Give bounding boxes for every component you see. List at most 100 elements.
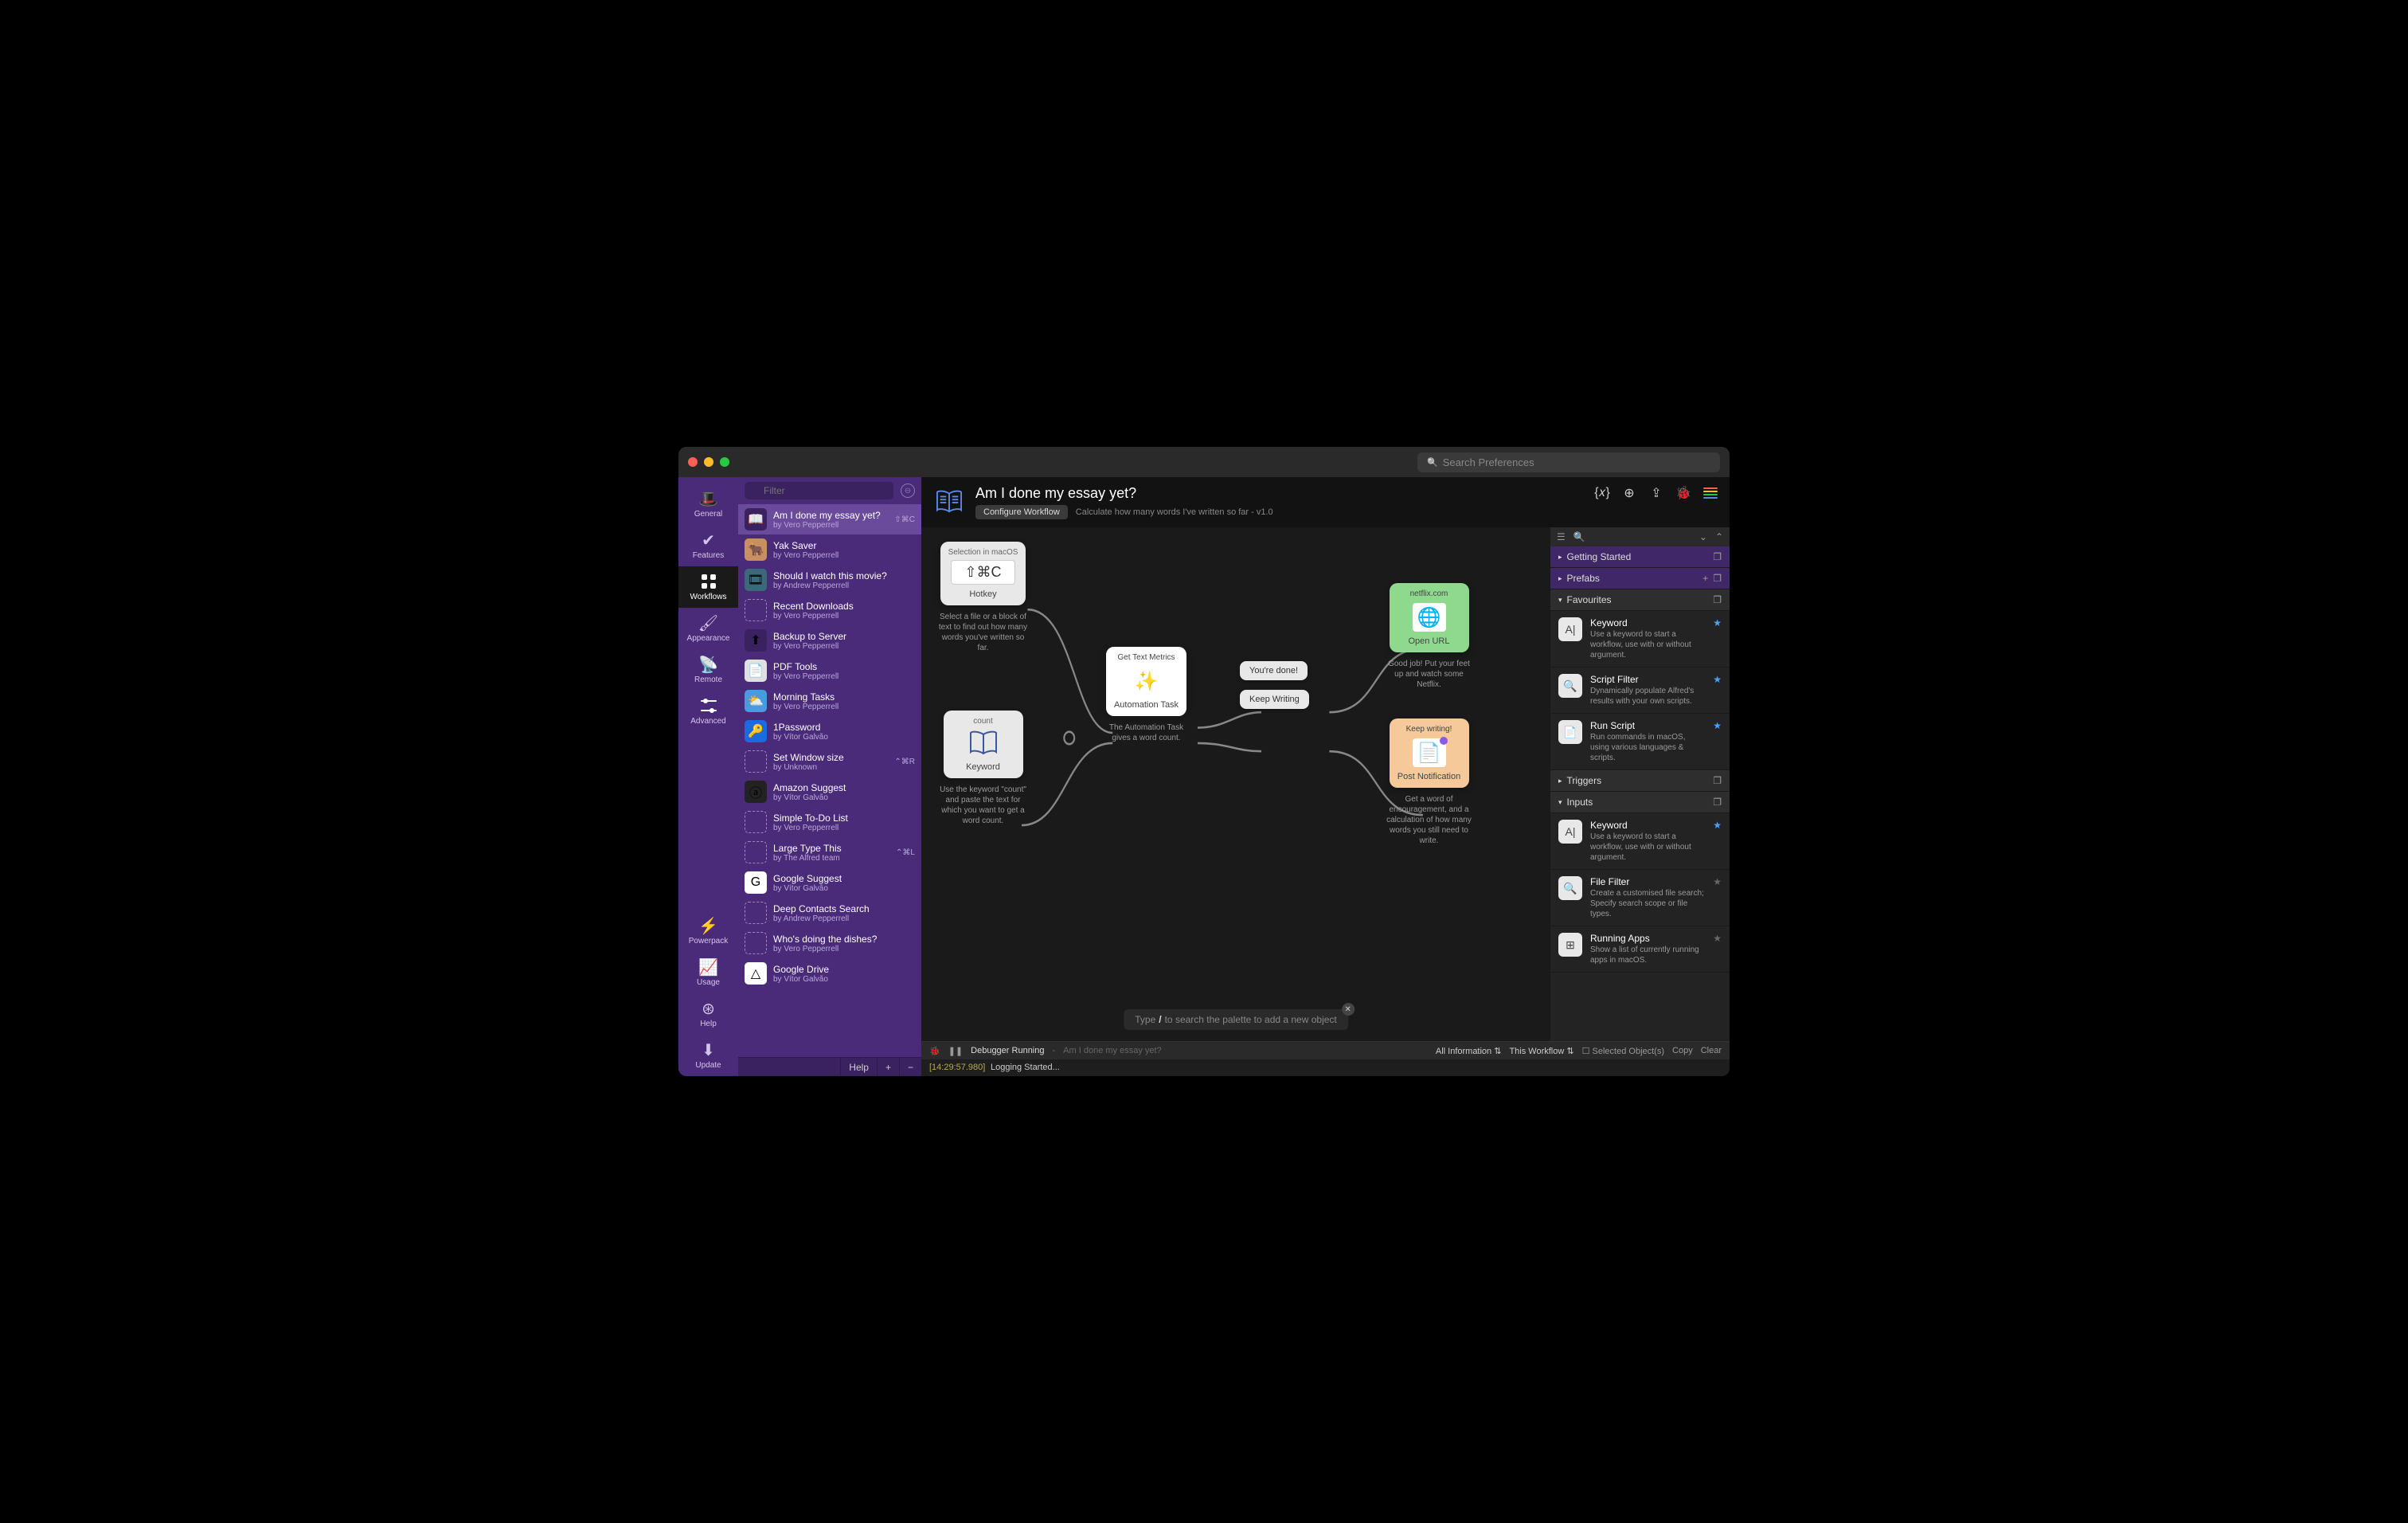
workflow-item[interactable]: Who's doing the dishes?by Vero Pepperrel… — [738, 928, 921, 958]
workflow-item[interactable]: 📄PDF Toolsby Vero Pepperrell — [738, 656, 921, 686]
panel-item[interactable]: 🔍 Script Filter Dynamically populate Alf… — [1550, 668, 1730, 714]
bug-icon[interactable]: 🐞 — [929, 1046, 940, 1056]
body: 🎩General ✔Features Workflows 🖌Appearance… — [678, 477, 1730, 1076]
pause-button[interactable]: ❚❚ — [948, 1046, 963, 1056]
workflow-item[interactable]: △Google Driveby Vítor Galvão — [738, 958, 921, 989]
maximize-button[interactable] — [720, 457, 729, 467]
section-favourites[interactable]: ▾Favourites❐ — [1550, 589, 1730, 611]
workflow-item[interactable]: GGoogle Suggestby Vítor Galvão — [738, 867, 921, 898]
list-icon[interactable]: ☰ — [1557, 531, 1566, 542]
section-getting-started[interactable]: ▸Getting Started❐ — [1550, 546, 1730, 568]
export-button[interactable]: ⇪ — [1648, 485, 1664, 501]
workflow-item-title: Am I done my essay yet? — [773, 510, 888, 521]
menu-button[interactable] — [1702, 485, 1718, 501]
nav-update[interactable]: ⬇Update — [678, 1035, 738, 1076]
clear-button[interactable]: Clear — [1701, 1046, 1722, 1055]
star-icon[interactable]: ★ — [1713, 617, 1722, 660]
panel-item-desc: Use a keyword to start a workflow, use w… — [1590, 832, 1705, 863]
panel-item-icon: ⊞ — [1558, 933, 1582, 957]
info-select[interactable]: All Information ⇅ — [1436, 1046, 1502, 1056]
selected-checkbox[interactable]: ☐ Selected Object(s) — [1582, 1046, 1664, 1056]
node-open-url[interactable]: netflix.com 🌐 Open URL Good job! Put you… — [1383, 583, 1475, 690]
variables-button[interactable]: {𝑥} — [1594, 485, 1610, 501]
hotkey-keys: ⇧⌘C — [951, 560, 1014, 585]
window-icon[interactable]: ❐ — [1713, 573, 1722, 584]
section-triggers[interactable]: ▸Triggers❐ — [1550, 770, 1730, 792]
window-icon[interactable]: ❐ — [1713, 594, 1722, 605]
expand-icon[interactable]: ⌃ — [1715, 531, 1723, 542]
star-icon[interactable]: ★ — [1713, 820, 1722, 863]
star-icon[interactable]: ★ — [1713, 876, 1722, 919]
add-workflow-button[interactable]: + — [877, 1058, 899, 1076]
configure-workflow-button[interactable]: Configure Workflow — [975, 505, 1068, 519]
copy-button[interactable]: Copy — [1672, 1046, 1693, 1055]
panel-item[interactable]: 📄 Run Script Run commands in macOS, usin… — [1550, 714, 1730, 770]
scope-select[interactable]: This Workflow ⇅ — [1509, 1046, 1573, 1056]
workflow-item[interactable]: Large Type Thisby The Alfred team⌃⌘L — [738, 837, 921, 867]
nav-usage[interactable]: 📈Usage — [678, 952, 738, 993]
plus-icon[interactable]: + — [1702, 573, 1708, 584]
check-icon: ✔ — [698, 531, 720, 549]
workflow-item[interactable]: 🐂Yak Saverby Vero Pepperrell — [738, 534, 921, 565]
workflow-item[interactable]: 🔑1Passwordby Vítor Galvão — [738, 716, 921, 746]
panel-item[interactable]: 🔍 File Filter Create a customised file s… — [1550, 870, 1730, 926]
canvas[interactable]: Selection in macOS ⇧⌘C Hotkey Select a f… — [921, 527, 1550, 1041]
section-prefabs[interactable]: ▸Prefabs+❐ — [1550, 568, 1730, 589]
node-keyword[interactable]: count Keyword Use the keyword "count" an… — [937, 711, 1029, 826]
node-done[interactable]: You're done! — [1240, 661, 1308, 680]
nav-advanced[interactable]: Advanced — [678, 691, 738, 732]
star-icon[interactable]: ★ — [1713, 720, 1722, 763]
window-icon[interactable]: ❐ — [1713, 551, 1722, 562]
filter-clear-button[interactable]: ⊖ — [901, 484, 915, 498]
search-icon[interactable]: 🔍 — [1573, 531, 1585, 542]
app-window: Search Preferences 🎩General ✔Features Wo… — [678, 447, 1730, 1076]
nav-general[interactable]: 🎩General — [678, 484, 738, 525]
workflow-item-title: Should I watch this movie? — [773, 570, 915, 581]
workflow-item-title: Google Suggest — [773, 873, 915, 884]
panel-item[interactable]: ⊞ Running Apps Show a list of currently … — [1550, 926, 1730, 973]
panel-item[interactable]: A| Keyword Use a keyword to start a work… — [1550, 611, 1730, 668]
openurl-label: Open URL — [1409, 636, 1450, 646]
workflow-item[interactable]: Simple To-Do Listby Vero Pepperrell — [738, 807, 921, 837]
nav-remote[interactable]: 📡Remote — [678, 649, 738, 691]
help-button[interactable]: Help — [840, 1058, 877, 1076]
add-object-button[interactable]: ⊕ — [1621, 485, 1637, 501]
star-icon[interactable]: ★ — [1713, 674, 1722, 707]
panel-item-icon: 📄 — [1558, 720, 1582, 744]
node-keep-writing[interactable]: Keep Writing — [1240, 690, 1309, 709]
workflow-item[interactable]: ⛅Morning Tasksby Vero Pepperrell — [738, 686, 921, 716]
palette-close-button[interactable]: ✕ — [1342, 1003, 1354, 1016]
workflow-item[interactable]: Deep Contacts Searchby Andrew Pepperrell — [738, 898, 921, 928]
workflow-item[interactable]: Set Window sizeby Unknown⌃⌘R — [738, 746, 921, 777]
workflow-item[interactable]: Recent Downloadsby Vero Pepperrell — [738, 595, 921, 625]
nav-powerpack[interactable]: ⚡Powerpack — [678, 910, 738, 952]
nav-workflows[interactable]: Workflows — [678, 566, 738, 608]
remote-icon: 📡 — [698, 656, 720, 673]
window-icon[interactable]: ❐ — [1713, 775, 1722, 786]
minimize-button[interactable] — [704, 457, 713, 467]
section-inputs[interactable]: ▾Inputs❐ — [1550, 792, 1730, 813]
workflow-item[interactable]: ⓐAmazon Suggestby Vítor Galvão — [738, 777, 921, 807]
filter-input[interactable] — [745, 482, 893, 499]
debug-button[interactable]: 🐞 — [1675, 485, 1691, 501]
palette-search[interactable]: Type / to search the palette to add a ne… — [1124, 1009, 1348, 1030]
nav-features[interactable]: ✔Features — [678, 525, 738, 566]
workflow-shortcut: ⌃⌘R — [894, 758, 915, 766]
node-automation[interactable]: Get Text Metrics ✨ Automation Task The A… — [1100, 647, 1192, 743]
workflow-item[interactable]: ⬆Backup to Serverby Vero Pepperrell — [738, 625, 921, 656]
collapse-icon[interactable]: ⌄ — [1699, 531, 1707, 542]
window-icon[interactable]: ❐ — [1713, 797, 1722, 808]
panel-item[interactable]: A| Keyword Use a keyword to start a work… — [1550, 813, 1730, 870]
remove-workflow-button[interactable]: − — [899, 1058, 921, 1076]
search-preferences-input[interactable]: Search Preferences — [1417, 452, 1720, 472]
nav-help[interactable]: ⊛Help — [678, 993, 738, 1035]
workflow-item[interactable]: 🎞Should I watch this movie?by Andrew Pep… — [738, 565, 921, 595]
node-post-notification[interactable]: Keep writing! 📄 Post Notification Get a … — [1383, 718, 1475, 846]
close-button[interactable] — [688, 457, 698, 467]
notify-caption: Keep writing! — [1406, 725, 1452, 734]
workflow-item-author: by Vero Pepperrell — [773, 672, 915, 681]
nav-appearance[interactable]: 🖌Appearance — [678, 608, 738, 649]
workflow-item[interactable]: 📖Am I done my essay yet?by Vero Pepperre… — [738, 504, 921, 534]
star-icon[interactable]: ★ — [1713, 933, 1722, 965]
node-hotkey[interactable]: Selection in macOS ⇧⌘C Hotkey Select a f… — [937, 542, 1029, 653]
